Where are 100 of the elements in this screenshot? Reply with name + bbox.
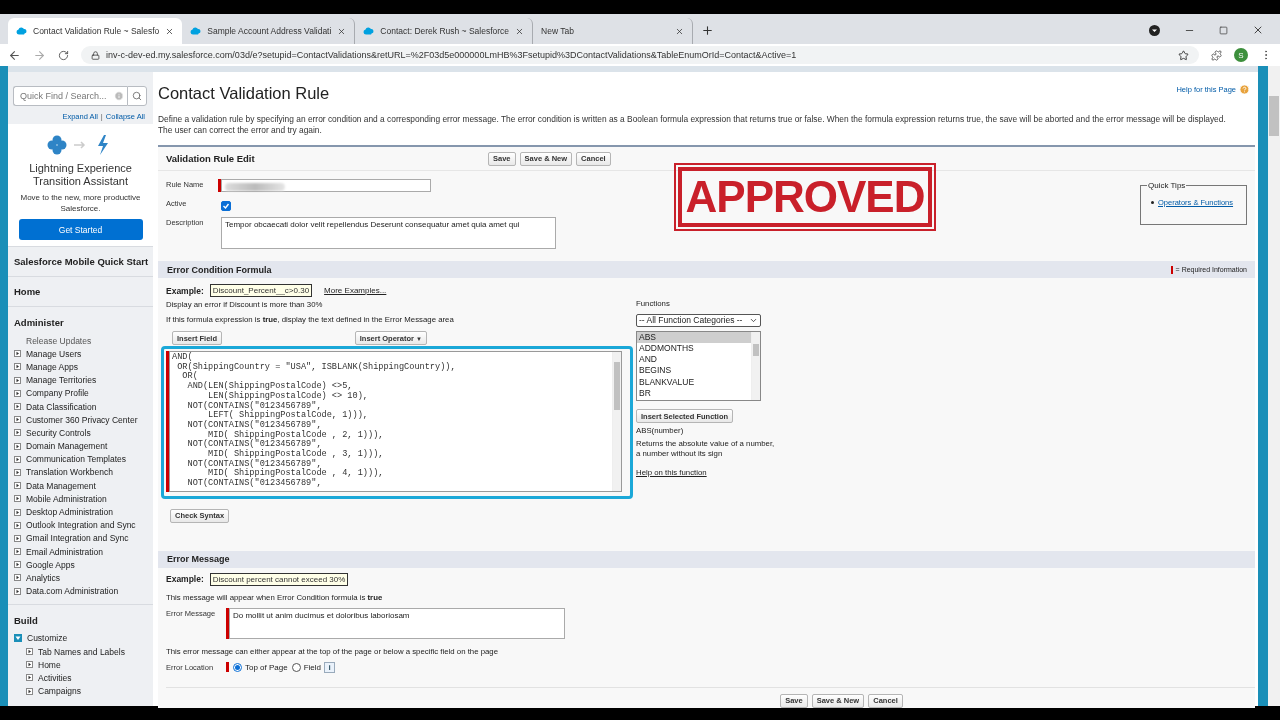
function-option[interactable]: ADDMONTHS [637, 342, 751, 355]
sidebar-heading[interactable]: Salesforce Mobile Quick Start [14, 256, 153, 267]
sidebar-item[interactable]: Campaigns [38, 686, 81, 697]
radio-button[interactable] [233, 662, 242, 672]
function-option[interactable]: BEGINS [637, 365, 751, 377]
search-icon [132, 91, 142, 101]
sidebar-item[interactable]: Customize [27, 633, 68, 644]
rule-name-field[interactable] [221, 179, 431, 192]
expand-icon[interactable] [14, 429, 21, 437]
page-scrollbar[interactable] [1268, 66, 1280, 706]
close-icon[interactable] [1252, 24, 1264, 36]
scrollbar[interactable] [612, 352, 621, 491]
help-icon[interactable] [1239, 84, 1250, 95]
sidebar-item[interactable]: Release Updates [26, 335, 92, 346]
expand-icon[interactable] [14, 508, 21, 516]
section-title: Error Condition Formula [167, 264, 272, 275]
sidebar-item[interactable]: Home [38, 659, 61, 670]
expand-icon[interactable] [14, 521, 21, 529]
sidebar-item[interactable]: Gmail Integration and Sync [26, 533, 129, 544]
expand-icon[interactable] [14, 561, 21, 569]
expand-icon[interactable] [14, 534, 21, 542]
dropdown-icon[interactable] [1149, 24, 1160, 36]
function-option[interactable]: AND [637, 354, 751, 366]
sidebar-heading[interactable]: Home [14, 286, 153, 297]
address-bar[interactable]: inv-c-dev-ed.my.salesforce.com/03d/e?setupid=ContactValidations&retURL=%2F03d5e000000LmHB%3Fsetupid%3DContactValidations&TableEnumOrId=Contact&Active=1 [81, 46, 1199, 64]
sidebar-item[interactable]: Domain Management [26, 441, 108, 452]
example-label: Example: [166, 285, 204, 296]
more-examples-link[interactable]: More Examples... [324, 286, 387, 295]
sidebar-item[interactable]: Customer 360 Privacy Center [26, 414, 138, 425]
sidebar-item[interactable]: Activities [38, 672, 72, 683]
description-field[interactable]: Tempor obcaecati dolor velit repellendus Deserunt consequatur amet quia amet qui [221, 217, 556, 249]
forward-icon[interactable] [33, 48, 46, 62]
collapse-icon[interactable] [14, 634, 22, 643]
expand-icon[interactable] [14, 376, 21, 384]
expand-icon[interactable] [26, 661, 33, 669]
maximize-icon[interactable] [1219, 25, 1228, 35]
star-icon[interactable] [1178, 49, 1189, 61]
expand-icon[interactable] [14, 548, 21, 556]
sidebar-heading[interactable]: Build [14, 614, 153, 626]
close-icon[interactable] [515, 26, 525, 36]
close-icon[interactable] [337, 26, 347, 36]
sidebar-item[interactable]: Google Apps [26, 559, 75, 570]
expand-icon[interactable] [26, 687, 33, 695]
expand-icon[interactable] [14, 468, 21, 476]
expand-icon[interactable] [14, 495, 21, 503]
active-checkbox[interactable] [221, 201, 231, 211]
expand-icon[interactable] [14, 587, 21, 595]
expand-icon[interactable] [14, 403, 21, 411]
close-icon[interactable] [675, 26, 685, 36]
sidebar-item[interactable]: Email Administration [26, 546, 103, 557]
sidebar-item[interactable]: Outlook Integration and Sync [26, 520, 136, 531]
expand-icon[interactable] [14, 350, 21, 358]
sidebar-item[interactable]: Translation Workbench [26, 467, 113, 478]
expand-icon[interactable] [14, 574, 21, 582]
sidebar-item[interactable]: Manage Apps [26, 361, 78, 372]
sidebar-item[interactable]: Manage Users [26, 348, 82, 359]
cloud-icon [363, 27, 375, 35]
function-option[interactable]: BLANKVALUE [637, 376, 751, 388]
sidebar-item[interactable]: Data Management [26, 480, 96, 491]
new-tab-icon[interactable] [701, 24, 715, 37]
quick-find-field[interactable]: Quick Find / Search... [13, 86, 114, 106]
back-icon[interactable] [8, 48, 21, 62]
formula-editor[interactable]: AND( OR(ShippingCountry = "USA", ISBLANK(ShippingCountry)), OR( AND(LEN(ShippingPostalCode) <>5, LEN(ShippingPostalCode) <> 10), NOT(CONTAINS("0123456789", LEFT( ShippingPostalCode, 1))), NOT(CONTAINS("0123456789", MID( ShippingPostalCode , 2, 1))), NOT(CONTAINS("0123456789", MID( ShippingPostalCode , 3, 1))), NOT(CONTAINS("0123456789", MID( ShippingPostalCode , 4, 1))), NOT(CONTAINS("0123456789", [169, 351, 622, 492]
sidebar-item[interactable]: Security Controls [26, 427, 91, 438]
radio-label[interactable]: Top of Page [245, 662, 288, 672]
expand-icon[interactable] [14, 442, 21, 450]
expand-icon[interactable] [26, 674, 33, 682]
radio-label[interactable]: Field [303, 662, 322, 672]
category-select[interactable]: -- All Function Categories -- [636, 313, 761, 327]
sidebar-item[interactable]: Mobile Administration [26, 493, 107, 504]
function-list[interactable]: ABS ADDMONTHS AND BEGINS BLANKVALUE BR [636, 330, 761, 401]
function-option[interactable]: ABS [637, 331, 751, 343]
radio-button[interactable] [291, 662, 301, 672]
search-button[interactable] [127, 86, 147, 106]
sidebar-item[interactable]: Data.com Administration [26, 586, 119, 597]
reload-icon[interactable] [58, 49, 69, 61]
expand-icon[interactable] [14, 482, 21, 490]
sidebar-heading[interactable]: Administer [14, 317, 153, 328]
sidebar-item[interactable]: Manage Territories [26, 375, 97, 386]
browser-tab[interactable]: Contact Validation Rule ~ Salesfo [8, 18, 183, 44]
close-icon[interactable] [165, 26, 175, 36]
get-started-button[interactable]: Get Started [18, 219, 143, 240]
expand-icon[interactable] [14, 455, 21, 463]
sidebar-item[interactable]: Data Classification [26, 401, 97, 412]
sidebar-item[interactable]: Analytics [26, 572, 60, 583]
extensions-icon[interactable] [1211, 49, 1222, 61]
sidebar-item[interactable]: Communication Templates [26, 454, 126, 465]
required-marker-icon [1170, 265, 1173, 274]
error-message-field[interactable]: Do mollit ut anim ducimus et doloribus laboriosam [229, 607, 565, 639]
expand-icon[interactable] [26, 648, 33, 656]
profile-avatar[interactable]: S [1234, 48, 1248, 62]
function-option[interactable]: BR [637, 388, 751, 400]
info-badge[interactable]: i [324, 661, 336, 673]
expand-icon[interactable] [14, 363, 21, 371]
sidebar-item[interactable]: Desktop Administration [26, 507, 113, 518]
scrollbar[interactable] [751, 331, 760, 400]
expand-icon[interactable] [14, 389, 21, 397]
expand-icon[interactable] [14, 416, 21, 424]
sidebar-item[interactable]: Tab Names and Labels [38, 646, 125, 657]
sidebar-item[interactable]: Company Profile [26, 388, 89, 399]
